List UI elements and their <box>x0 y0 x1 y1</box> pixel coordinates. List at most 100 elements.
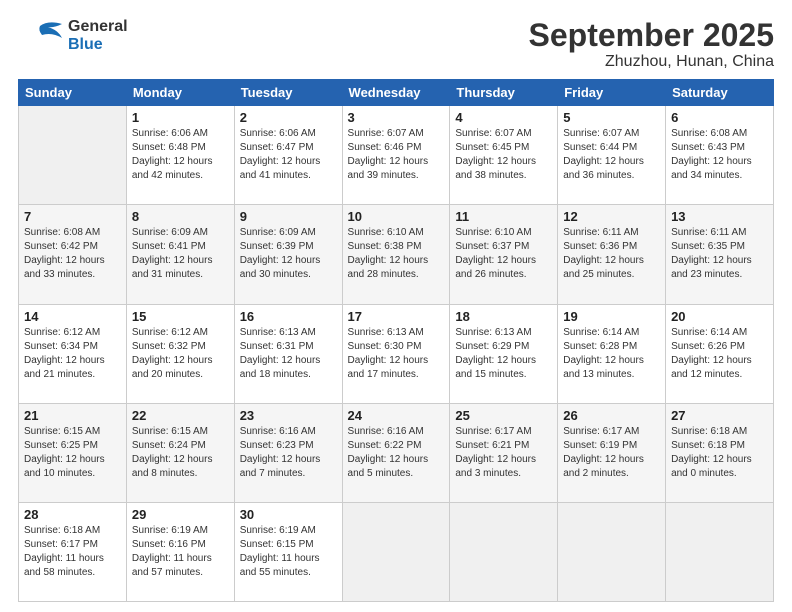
calendar-cell: 2 Sunrise: 6:06 AM Sunset: 6:47 PM Daylig… <box>234 106 342 205</box>
calendar-cell: 23Sunrise: 6:16 AM Sunset: 6:23 PM Dayli… <box>234 403 342 502</box>
header-friday: Friday <box>558 80 666 106</box>
header-thursday: Thursday <box>450 80 558 106</box>
day-number: 26 <box>563 408 660 423</box>
day-info: Sunrise: 6:16 AM Sunset: 6:22 PM Dayligh… <box>348 425 445 481</box>
day-info: Sunrise: 6:11 AM Sunset: 6:35 PM Dayligh… <box>671 226 768 282</box>
header: General Blue September 2025 Zhuzhou, Hun… <box>18 18 774 71</box>
day-number: 15 <box>132 309 229 324</box>
day-number: 19 <box>563 309 660 324</box>
calendar-cell: 27 Sunrise: 6:18 AM Sunset: 6:18 PM Dayli… <box>666 403 774 502</box>
calendar-cell: 11 Sunrise: 6:10 AM Sunset: 6:37 PM Dayli… <box>450 205 558 304</box>
header-saturday: Saturday <box>666 80 774 106</box>
day-info: Sunrise: 6:09 AM Sunset: 6:39 PM Dayligh… <box>240 226 337 282</box>
day-info: Sunrise: 6:13 AM Sunset: 6:29 PM Dayligh… <box>455 326 552 382</box>
day-number: 13 <box>671 209 768 224</box>
calendar-cell: 20 Sunrise: 6:14 AM Sunset: 6:26 PM Dayli… <box>666 304 774 403</box>
day-number: 23 <box>240 408 337 423</box>
day-info: Sunrise: 6:11 AM Sunset: 6:36 PM Dayligh… <box>563 226 660 282</box>
calendar-cell: 15 Sunrise: 6:12 AM Sunset: 6:32 PM Dayli… <box>126 304 234 403</box>
logo-text-general: General <box>68 18 128 36</box>
day-number: 18 <box>455 309 552 324</box>
day-number: 22 <box>132 408 229 423</box>
calendar-cell: 6 Sunrise: 6:08 AM Sunset: 6:43 PM Daylig… <box>666 106 774 205</box>
day-info: Sunrise: 6:17 AM Sunset: 6:19 PM Dayligh… <box>563 425 660 481</box>
week-row-1: 1 Sunrise: 6:06 AM Sunset: 6:48 PM Daylig… <box>19 106 774 205</box>
calendar-cell: 18 Sunrise: 6:13 AM Sunset: 6:29 PM Dayli… <box>450 304 558 403</box>
day-number: 9 <box>240 209 337 224</box>
day-info: Sunrise: 6:14 AM Sunset: 6:28 PM Dayligh… <box>563 326 660 382</box>
day-number: 11 <box>455 209 552 224</box>
week-row-5: 28 Sunrise: 6:18 AM Sunset: 6:17 PM Dayli… <box>19 502 774 601</box>
day-number: 25 <box>455 408 552 423</box>
day-number: 4 <box>455 110 552 125</box>
calendar-cell: 28 Sunrise: 6:18 AM Sunset: 6:17 PM Dayli… <box>19 502 127 601</box>
day-number: 12 <box>563 209 660 224</box>
day-info: Sunrise: 6:07 AM Sunset: 6:45 PM Dayligh… <box>455 127 552 183</box>
calendar-cell: 9 Sunrise: 6:09 AM Sunset: 6:39 PM Daylig… <box>234 205 342 304</box>
calendar-cell <box>666 502 774 601</box>
week-row-3: 14 Sunrise: 6:12 AM Sunset: 6:34 PM Dayli… <box>19 304 774 403</box>
calendar-cell: 24Sunrise: 6:16 AM Sunset: 6:22 PM Dayli… <box>342 403 450 502</box>
day-info: Sunrise: 6:08 AM Sunset: 6:43 PM Dayligh… <box>671 127 768 183</box>
calendar-cell: 16Sunrise: 6:13 AM Sunset: 6:31 PM Dayli… <box>234 304 342 403</box>
day-info: Sunrise: 6:06 AM Sunset: 6:47 PM Dayligh… <box>240 127 337 183</box>
day-info: Sunrise: 6:09 AM Sunset: 6:41 PM Dayligh… <box>132 226 229 282</box>
page: General Blue September 2025 Zhuzhou, Hun… <box>0 0 792 612</box>
day-info: Sunrise: 6:17 AM Sunset: 6:21 PM Dayligh… <box>455 425 552 481</box>
day-number: 28 <box>24 507 121 522</box>
day-info: Sunrise: 6:07 AM Sunset: 6:46 PM Dayligh… <box>348 127 445 183</box>
day-info: Sunrise: 6:18 AM Sunset: 6:17 PM Dayligh… <box>24 524 121 580</box>
calendar-cell: 7 Sunrise: 6:08 AM Sunset: 6:42 PM Daylig… <box>19 205 127 304</box>
calendar-cell: 19 Sunrise: 6:14 AM Sunset: 6:28 PM Dayli… <box>558 304 666 403</box>
header-wednesday: Wednesday <box>342 80 450 106</box>
day-number: 27 <box>671 408 768 423</box>
week-row-2: 7 Sunrise: 6:08 AM Sunset: 6:42 PM Daylig… <box>19 205 774 304</box>
calendar-cell: 14 Sunrise: 6:12 AM Sunset: 6:34 PM Dayli… <box>19 304 127 403</box>
page-subtitle: Zhuzhou, Hunan, China <box>529 53 774 71</box>
day-info: Sunrise: 6:15 AM Sunset: 6:24 PM Dayligh… <box>132 425 229 481</box>
day-number: 16 <box>240 309 337 324</box>
header-sunday: Sunday <box>19 80 127 106</box>
week-row-4: 21 Sunrise: 6:15 AM Sunset: 6:25 PM Dayli… <box>19 403 774 502</box>
day-info: Sunrise: 6:12 AM Sunset: 6:34 PM Dayligh… <box>24 326 121 382</box>
day-number: 17 <box>348 309 445 324</box>
logo-bird-icon <box>18 20 62 52</box>
calendar-cell <box>558 502 666 601</box>
day-number: 21 <box>24 408 121 423</box>
day-number: 7 <box>24 209 121 224</box>
calendar-cell: 3Sunrise: 6:07 AM Sunset: 6:46 PM Daylig… <box>342 106 450 205</box>
calendar-cell: 1 Sunrise: 6:06 AM Sunset: 6:48 PM Daylig… <box>126 106 234 205</box>
calendar-cell <box>450 502 558 601</box>
day-info: Sunrise: 6:19 AM Sunset: 6:16 PM Dayligh… <box>132 524 229 580</box>
page-title: September 2025 <box>529 18 774 53</box>
calendar-cell: 22 Sunrise: 6:15 AM Sunset: 6:24 PM Dayli… <box>126 403 234 502</box>
calendar-cell: 21 Sunrise: 6:15 AM Sunset: 6:25 PM Dayli… <box>19 403 127 502</box>
calendar-table: SundayMondayTuesdayWednesdayThursdayFrid… <box>18 79 774 602</box>
logo-text-blue: Blue <box>68 36 128 54</box>
calendar-cell: 4 Sunrise: 6:07 AM Sunset: 6:45 PM Daylig… <box>450 106 558 205</box>
day-info: Sunrise: 6:08 AM Sunset: 6:42 PM Dayligh… <box>24 226 121 282</box>
day-number: 14 <box>24 309 121 324</box>
day-info: Sunrise: 6:19 AM Sunset: 6:15 PM Dayligh… <box>240 524 337 580</box>
day-number: 29 <box>132 507 229 522</box>
day-number: 6 <box>671 110 768 125</box>
calendar-cell: 5Sunrise: 6:07 AM Sunset: 6:44 PM Daylig… <box>558 106 666 205</box>
calendar-cell: 29 Sunrise: 6:19 AM Sunset: 6:16 PM Dayli… <box>126 502 234 601</box>
day-info: Sunrise: 6:18 AM Sunset: 6:18 PM Dayligh… <box>671 425 768 481</box>
day-info: Sunrise: 6:10 AM Sunset: 6:38 PM Dayligh… <box>348 226 445 282</box>
day-info: Sunrise: 6:10 AM Sunset: 6:37 PM Dayligh… <box>455 226 552 282</box>
calendar-header-row: SundayMondayTuesdayWednesdayThursdayFrid… <box>19 80 774 106</box>
day-number: 1 <box>132 110 229 125</box>
calendar-cell: 17Sunrise: 6:13 AM Sunset: 6:30 PM Dayli… <box>342 304 450 403</box>
calendar-cell <box>342 502 450 601</box>
day-number: 2 <box>240 110 337 125</box>
day-info: Sunrise: 6:12 AM Sunset: 6:32 PM Dayligh… <box>132 326 229 382</box>
day-number: 20 <box>671 309 768 324</box>
header-tuesday: Tuesday <box>234 80 342 106</box>
calendar-cell: 30Sunrise: 6:19 AM Sunset: 6:15 PM Dayli… <box>234 502 342 601</box>
calendar-cell: 26 Sunrise: 6:17 AM Sunset: 6:19 PM Dayli… <box>558 403 666 502</box>
logo: General Blue <box>18 18 128 53</box>
day-info: Sunrise: 6:06 AM Sunset: 6:48 PM Dayligh… <box>132 127 229 183</box>
day-info: Sunrise: 6:14 AM Sunset: 6:26 PM Dayligh… <box>671 326 768 382</box>
day-info: Sunrise: 6:15 AM Sunset: 6:25 PM Dayligh… <box>24 425 121 481</box>
